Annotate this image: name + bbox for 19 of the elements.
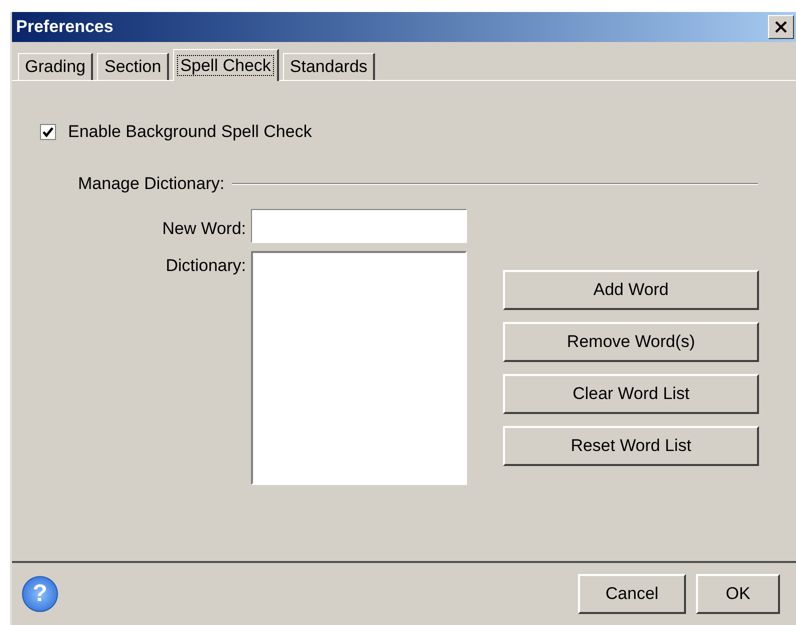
close-button[interactable] xyxy=(768,15,794,39)
action-button[interactable]: Reset Word List xyxy=(503,426,759,466)
tab[interactable]: Section xyxy=(97,53,170,80)
section-heading: Manage Dictionary: xyxy=(78,173,224,195)
new-word-field[interactable] xyxy=(251,209,467,243)
checkbox[interactable] xyxy=(40,124,56,140)
tab[interactable]: Standards xyxy=(282,53,376,80)
tab[interactable]: Grading xyxy=(18,53,94,80)
tab[interactable]: Spell Check xyxy=(173,49,279,81)
action-button[interactable]: Add Word xyxy=(503,270,759,310)
field-label: Dictionary: xyxy=(166,255,246,277)
close-icon xyxy=(775,21,787,33)
window-title: Preferences xyxy=(16,16,114,38)
action-button[interactable]: Clear Word List xyxy=(503,374,759,414)
checkbox-label: Enable Background Spell Check xyxy=(68,121,312,143)
dialog-button[interactable]: OK xyxy=(696,574,780,614)
action-button[interactable]: Remove Word(s) xyxy=(503,322,759,362)
field-label: New Word: xyxy=(162,218,246,240)
dialog-button[interactable]: Cancel xyxy=(578,574,686,614)
